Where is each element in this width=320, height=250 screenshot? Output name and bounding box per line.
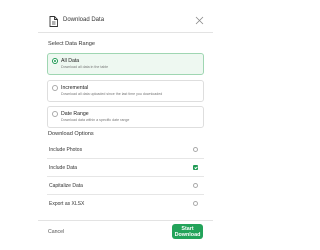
data-range-heading: Select Data Range: [48, 41, 95, 47]
option-title: Incremental: [61, 85, 89, 91]
option-date-range[interactable]: Date Range Download data within a specif…: [47, 106, 204, 128]
option-incremental[interactable]: Incremental Download all data uploaded s…: [47, 80, 204, 102]
document-icon: [49, 16, 58, 27]
option-label: Include Data: [49, 165, 78, 171]
option-all-data[interactable]: All Data Download all data in the table: [47, 53, 204, 75]
option-title: All Data: [61, 58, 80, 64]
download-data-dialog: Download Data Select Data Range All Data…: [38, 10, 213, 242]
option-description: Download all data in the table: [61, 65, 109, 69]
option-label: Export as XLSX: [49, 201, 85, 207]
cancel-button[interactable]: Cancel: [48, 229, 64, 235]
option-row-export-xlsx[interactable]: Export as XLSX: [47, 196, 204, 212]
option-title: Date Range: [61, 111, 89, 117]
option-label: Capitalize Data: [49, 183, 83, 189]
option-row-include-data[interactable]: Include Data: [47, 160, 204, 177]
start-download-button[interactable]: Start Download: [172, 224, 203, 239]
include-data-checkbox[interactable]: [193, 165, 198, 170]
option-description: Download all data uploaded since the las…: [61, 92, 163, 96]
radio-all-data[interactable]: [52, 58, 58, 64]
option-row-capitalize-data[interactable]: Capitalize Data: [47, 178, 204, 195]
radio-incremental[interactable]: [52, 85, 58, 91]
option-description: Download data within a specific date ran…: [61, 118, 130, 122]
capitalize-data-checkbox[interactable]: [193, 183, 198, 188]
dialog-footer: Cancel Start Download: [38, 220, 213, 243]
include-photos-checkbox[interactable]: [193, 147, 198, 152]
dialog-header: Download Data: [38, 10, 213, 33]
dialog-title: Download Data: [63, 17, 105, 23]
option-label: Include Photos: [49, 147, 83, 153]
close-icon[interactable]: [195, 16, 204, 25]
option-row-include-photos[interactable]: Include Photos: [47, 142, 204, 159]
export-xlsx-checkbox[interactable]: [193, 201, 198, 206]
download-options-heading: Download Options: [48, 131, 94, 137]
radio-date-range[interactable]: [52, 111, 58, 117]
